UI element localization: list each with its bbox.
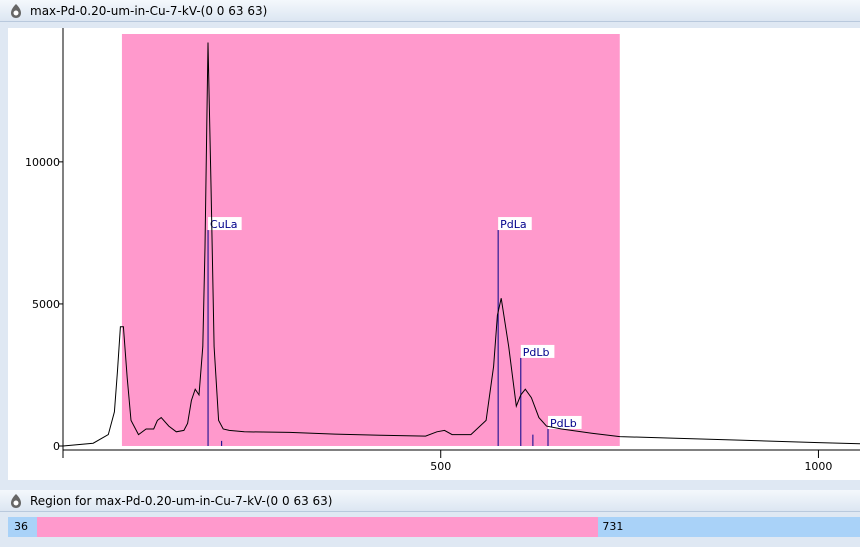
- spectrum-plot-area[interactable]: 0 5000 10000 500 1000 CuLa PdLa PdLb PdLb: [8, 28, 860, 480]
- y-tick-label: 5000: [32, 298, 60, 311]
- region-window-titlebar[interactable]: Region for max-Pd-0.20-um-in-Cu-7-kV-(0 …: [0, 490, 860, 512]
- x-tick-label: 500: [430, 460, 451, 473]
- y-tick-label: 0: [53, 440, 60, 453]
- x-tick-label: 1000: [804, 460, 832, 473]
- spectrum-window: max-Pd-0.20-um-in-Cu-7-kV-(0 0 63 63) 0 5…: [0, 0, 860, 486]
- peak-label: PdLa: [500, 218, 527, 231]
- region-start-value: 36: [14, 520, 28, 533]
- spectrum-chart[interactable]: 0500010000500 1000CuLa PdLaPdLbPdLb: [8, 28, 860, 480]
- region-selection[interactable]: [37, 517, 599, 537]
- app-icon: [11, 3, 21, 18]
- window-title: max-Pd-0.20-um-in-Cu-7-kV-(0 0 63 63): [30, 3, 268, 18]
- app-icon: [11, 493, 21, 508]
- spectrum-window-titlebar[interactable]: max-Pd-0.20-um-in-Cu-7-kV-(0 0 63 63): [0, 0, 860, 22]
- region-window: Region for max-Pd-0.20-um-in-Cu-7-kV-(0 …: [0, 490, 860, 547]
- region-window-title: Region for max-Pd-0.20-um-in-Cu-7-kV-(0 …: [30, 493, 333, 508]
- region-end-value: 731: [602, 520, 624, 533]
- y-tick-label: 10000: [25, 156, 60, 169]
- region-bar[interactable]: 36 731: [8, 517, 860, 537]
- peak-label: CuLa: [210, 218, 238, 231]
- highlight-region: [121, 34, 620, 446]
- peak-label: PdLb: [523, 346, 550, 359]
